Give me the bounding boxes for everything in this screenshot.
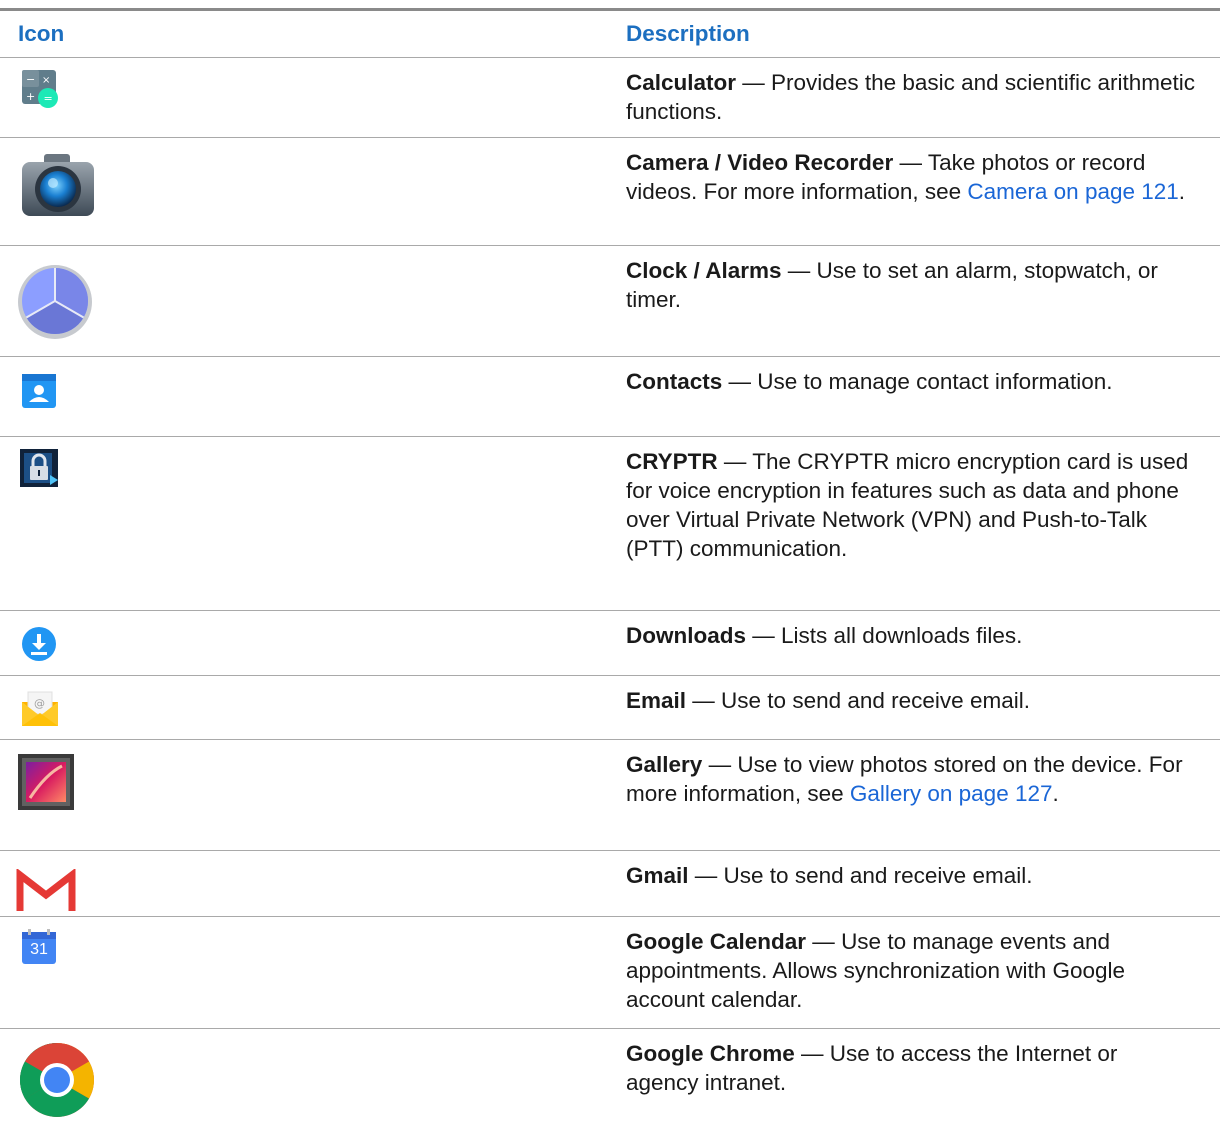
svg-text:−: − [26,73,35,86]
description-text: Use to send and receive email. [721,688,1030,713]
row-description: CRYPTR — The CRYPTR micro encryption car… [626,447,1196,563]
row-description: Google Calendar — Use to manage events a… [626,927,1196,1014]
app-name: Calculator [626,70,737,95]
separator: — [794,1041,830,1066]
app-name: Google Chrome [626,1041,795,1066]
table-row: Contacts — Use to manage contact informa… [0,357,1220,437]
table-row: CRYPTR — The CRYPTR micro encryption car… [0,437,1220,611]
gallery-icon [16,752,76,817]
contacts-icon [18,371,60,418]
row-description: Camera / Video Recorder — Take photos or… [626,148,1196,206]
description-text: Lists all downloads files. [781,623,1023,648]
app-name: Google Calendar [626,929,807,954]
app-name: Camera / Video Recorder [626,150,894,175]
row-description: Gallery — Use to view photos stored on t… [626,750,1196,808]
table-row: − × + = Calculator — Provides the basic … [0,58,1220,138]
description-text: Use to send and receive email. [723,863,1033,888]
table-row: Gmail — Use to send and receive email. [0,851,1220,917]
separator: — [702,752,738,777]
description-text-end: . [1052,781,1059,806]
gmail-icon [16,867,76,918]
description-text: Use to manage contact information. [757,369,1113,394]
table-row: Camera / Video Recorder — Take photos or… [0,138,1220,246]
app-name: Gmail [626,863,689,888]
header-icon: Icon [18,21,65,46]
table-row: Gallery — Use to view photos stored on t… [0,740,1220,851]
app-name: Contacts [626,369,723,394]
separator: — [686,688,722,713]
description-text-end: . [1178,179,1186,204]
separator: — [746,623,782,648]
svg-text:=: = [44,92,53,105]
row-description: Clock / Alarms — Use to set an alarm, st… [626,256,1196,314]
calendar-day-number: 31 [30,941,48,958]
separator: — [893,150,928,175]
separator: — [736,70,772,95]
table-row: @ Email — Use to send and receive email. [0,676,1220,740]
calculator-icon: − × + = [18,68,60,115]
separator: — [806,929,842,954]
table-row: 31 Google Calendar — Use to manage event… [0,917,1220,1029]
camera-icon [18,150,98,225]
row-description: Google Chrome — Use to access the Intern… [626,1039,1196,1097]
downloads-icon [18,623,60,670]
row-description: Calculator — Provides the basic and scie… [626,68,1196,126]
app-icon-table: Icon Description − × + = Calculator — Pr… [0,0,1220,1120]
cryptr-lock-icon [18,447,60,494]
table-row: Downloads — Lists all downloads files. [0,611,1220,676]
svg-text:×: × [42,75,50,86]
camera-page-link[interactable]: Camera on page 121 [967,179,1178,204]
svg-text:+: + [26,90,35,103]
svg-text:@: @ [34,697,45,710]
row-description: Contacts — Use to manage contact informa… [626,367,1196,396]
table-row: Clock / Alarms — Use to set an alarm, st… [0,246,1220,357]
clock-icon [16,262,94,345]
gallery-page-link[interactable]: Gallery on page 127 [850,781,1053,806]
app-name: Email [626,688,687,713]
app-name: Clock / Alarms [626,258,782,283]
app-name: Downloads [626,623,747,648]
row-description: Gmail — Use to send and receive email. [626,861,1196,890]
table-header-row: Icon Description [0,11,1220,58]
separator: — [722,369,758,394]
header-description: Description [626,21,750,46]
table-row: Google Chrome — Use to access the Intern… [0,1029,1220,1120]
separator: — [781,258,817,283]
google-calendar-icon: 31 [18,927,60,969]
separator: — [688,863,724,888]
app-name: Gallery [626,752,703,777]
separator: — [717,449,753,474]
google-chrome-icon [18,1041,96,1124]
email-icon: @ [18,686,62,735]
app-name: CRYPTR [626,449,718,474]
row-description: Email — Use to send and receive email. [626,686,1196,715]
row-description: Downloads — Lists all downloads files. [626,621,1196,650]
